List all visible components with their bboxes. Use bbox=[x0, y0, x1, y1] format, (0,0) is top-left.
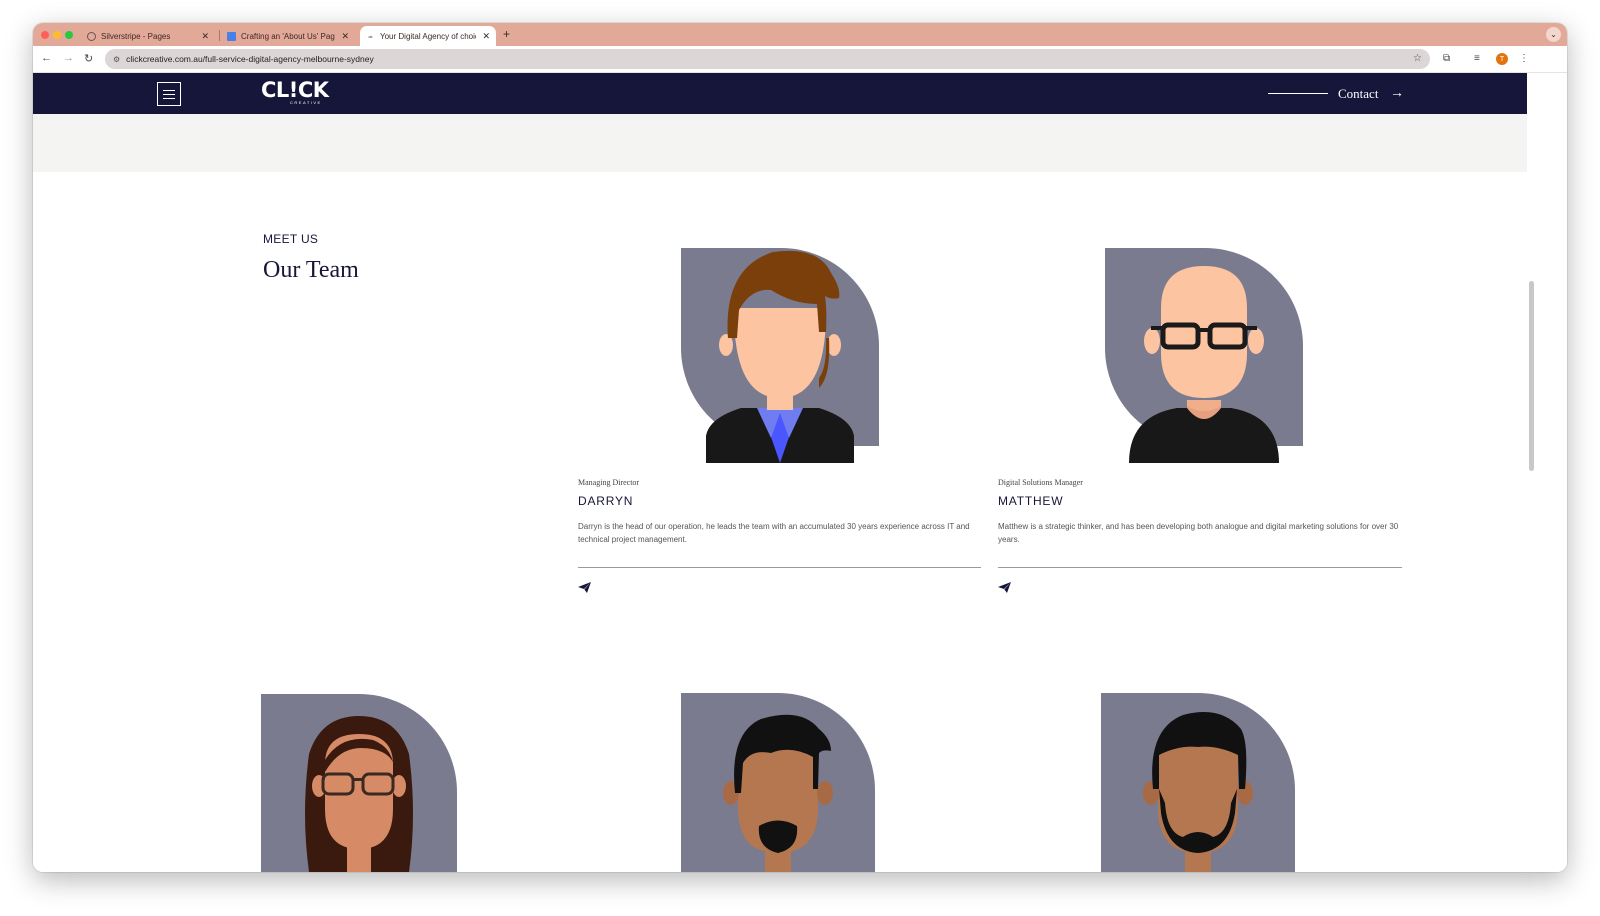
team-member-name: MATTHEW bbox=[998, 494, 1064, 508]
site-settings-icon[interactable]: ⚙ bbox=[113, 55, 120, 64]
close-icon[interactable]: ✕ bbox=[201, 31, 209, 42]
minimize-window-button[interactable] bbox=[53, 31, 61, 39]
team-member-role: Digital Solutions Manager bbox=[998, 478, 1083, 487]
send-message-icon[interactable] bbox=[578, 582, 591, 596]
section-eyebrow: MEET US bbox=[263, 232, 319, 246]
hamburger-menu-icon[interactable] bbox=[157, 82, 181, 106]
tab-digital-agency[interactable]: ck Your Digital Agency of choice ✕ bbox=[360, 26, 496, 46]
tab-title: Crafting an 'About Us' Page T bbox=[241, 31, 335, 41]
browser-window: Silverstripe - Pages ✕ Crafting an 'Abou… bbox=[33, 23, 1567, 872]
team-member-avatar-matthew bbox=[1105, 248, 1303, 463]
contact-decorative-line bbox=[1268, 93, 1328, 94]
tab-title: Your Digital Agency of choice bbox=[380, 31, 477, 41]
scrollbar-thumb[interactable] bbox=[1529, 281, 1534, 471]
tab-crafting-about-us[interactable]: Crafting an 'About Us' Page T ✕ bbox=[221, 26, 355, 46]
browser-menu-icon[interactable]: ⋮ bbox=[1519, 53, 1529, 64]
send-message-icon[interactable] bbox=[998, 582, 1011, 596]
tab-title: Silverstripe - Pages bbox=[101, 31, 171, 41]
scrollbar-track[interactable] bbox=[1527, 73, 1567, 872]
team-member-avatar-goatee-man bbox=[681, 693, 875, 872]
click-creative-icon: ck bbox=[368, 33, 373, 39]
forward-arrow-icon[interactable]: → bbox=[63, 52, 74, 64]
tab-search-dropdown-icon[interactable]: ⌄ bbox=[1546, 27, 1561, 42]
tab-silverstripe[interactable]: Silverstripe - Pages ✕ bbox=[81, 26, 215, 46]
back-arrow-icon[interactable]: ← bbox=[41, 52, 52, 64]
tab-strip: Silverstripe - Pages ✕ Crafting an 'Abou… bbox=[33, 23, 1567, 46]
team-member-bio: Darryn is the head of our operation, he … bbox=[578, 522, 970, 544]
docs-icon bbox=[227, 31, 236, 41]
tab-divider bbox=[219, 30, 220, 41]
team-member-bio: Matthew is a strategic thinker, and has … bbox=[998, 522, 1399, 544]
team-member-avatar-darryn bbox=[681, 248, 879, 463]
site-header: CL!CK CREATIVE Contact → bbox=[33, 73, 1527, 114]
arrow-right-icon[interactable]: → bbox=[1390, 84, 1404, 100]
team-member-avatar-bearded-man bbox=[1101, 693, 1295, 872]
team-member-avatar-woman bbox=[261, 694, 457, 872]
logo-subtext: CREATIVE bbox=[290, 100, 322, 105]
close-icon[interactable]: ✕ bbox=[482, 31, 490, 42]
browser-toolbar: ← → ↻ ⚙ clickcreative.com.au/full-servic… bbox=[33, 46, 1567, 73]
click-creative-logo[interactable]: CL!CK bbox=[261, 79, 329, 101]
close-window-button[interactable] bbox=[41, 31, 49, 39]
section-title: Our Team bbox=[263, 257, 359, 283]
card-divider bbox=[998, 567, 1402, 568]
bookmark-star-icon[interactable]: ☆ bbox=[1413, 53, 1422, 64]
page-viewport: CL!CK CREATIVE Contact → MEET US Our Tea… bbox=[33, 73, 1527, 872]
contact-link[interactable]: Contact bbox=[1338, 86, 1378, 102]
globe-icon bbox=[87, 31, 96, 41]
team-member-name: DARRYN bbox=[578, 494, 634, 508]
reload-icon[interactable]: ↻ bbox=[84, 52, 93, 65]
profile-avatar[interactable]: T bbox=[1496, 53, 1508, 65]
address-bar[interactable]: ⚙ clickcreative.com.au/full-service-digi… bbox=[105, 49, 1430, 69]
maximize-window-button[interactable] bbox=[65, 31, 73, 39]
url-text: clickcreative.com.au/full-service-digita… bbox=[126, 54, 374, 64]
card-divider bbox=[578, 567, 981, 568]
new-tab-button[interactable]: + bbox=[503, 27, 510, 41]
grey-band bbox=[33, 114, 1527, 172]
team-member-role: Managing Director bbox=[578, 478, 640, 487]
close-icon[interactable]: ✕ bbox=[341, 31, 349, 42]
extensions-icon[interactable]: ⧉ bbox=[1443, 53, 1450, 64]
media-controls-icon[interactable]: ≡ bbox=[1474, 53, 1480, 64]
